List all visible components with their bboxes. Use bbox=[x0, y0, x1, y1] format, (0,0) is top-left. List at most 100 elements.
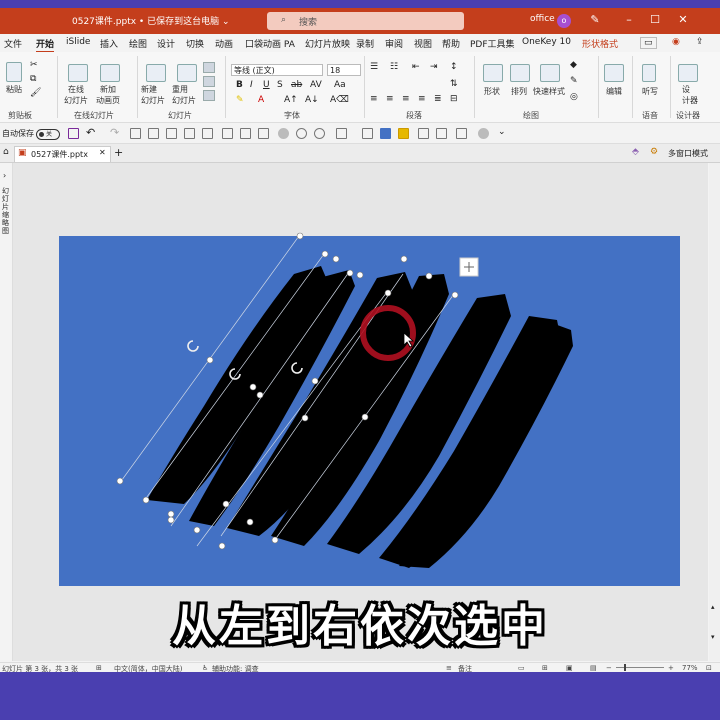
new-animation-page-label[interactable]: 新加 动画页 bbox=[96, 84, 120, 106]
online-slides-icon[interactable] bbox=[68, 64, 88, 82]
customize-icon[interactable]: ⌄ bbox=[498, 127, 506, 137]
group-icon[interactable] bbox=[258, 128, 269, 139]
multi-window-button[interactable]: 多窗口模式 bbox=[668, 148, 708, 159]
rotate-icon[interactable] bbox=[336, 128, 347, 139]
highlight-icon[interactable]: ✎ bbox=[236, 95, 244, 105]
font-size-select[interactable]: 18 bbox=[327, 64, 361, 76]
save-icon[interactable] bbox=[68, 128, 79, 139]
tab-insert[interactable]: 插入 bbox=[100, 37, 118, 50]
user-name[interactable]: office bbox=[530, 14, 555, 24]
cut-icon[interactable]: ✂ bbox=[30, 60, 38, 70]
picture-icon[interactable] bbox=[398, 128, 409, 139]
strikethrough-icon[interactable]: ab bbox=[291, 80, 302, 90]
record-icon[interactable]: ◉ bbox=[672, 37, 680, 47]
italic-icon[interactable]: I bbox=[250, 80, 253, 90]
align-icon[interactable] bbox=[166, 128, 177, 139]
zoom-slider-thumb[interactable] bbox=[624, 664, 626, 671]
tab-design[interactable]: 设计 bbox=[157, 37, 175, 50]
reuse-slide-icon[interactable] bbox=[177, 64, 197, 82]
underline-icon[interactable]: U bbox=[263, 80, 270, 90]
combine-icon[interactable] bbox=[296, 128, 307, 139]
tab-record[interactable]: 录制 bbox=[356, 37, 374, 50]
font-grow-icon[interactable]: A↑ bbox=[284, 95, 298, 105]
tab-pdf-tools[interactable]: PDF工具集 bbox=[470, 37, 515, 50]
slide-canvas[interactable] bbox=[59, 232, 680, 586]
language-indicator[interactable]: 中文(简体，中国大陆) bbox=[114, 664, 182, 672]
search-box[interactable]: ⌕ 搜索 bbox=[267, 12, 464, 30]
paste-icon[interactable] bbox=[6, 62, 22, 82]
find-icon[interactable] bbox=[604, 64, 624, 82]
selection-pane-icon[interactable] bbox=[456, 128, 467, 139]
align-right-icon[interactable]: ≡ bbox=[402, 94, 410, 104]
shape-outline-icon[interactable]: ✎ bbox=[570, 76, 578, 86]
zoom-in-icon[interactable]: + bbox=[668, 664, 674, 672]
avatar[interactable]: o bbox=[557, 14, 571, 28]
document-title[interactable]: 0527课件.pptx • 已保存到这台电脑 ⌄ bbox=[72, 14, 229, 27]
align-center-icon[interactable]: ≡ bbox=[386, 94, 394, 104]
clear-format-icon[interactable]: A⌫ bbox=[330, 95, 349, 105]
tab-onekey[interactable]: OneKey 10 bbox=[522, 37, 571, 47]
designer-label[interactable]: 设 计器 bbox=[682, 84, 698, 106]
notes-button[interactable]: 备注 bbox=[458, 664, 472, 672]
arrange-label[interactable]: 排列 bbox=[511, 86, 527, 97]
normal-view-icon[interactable]: ▭ bbox=[518, 664, 525, 672]
close-tab-icon[interactable]: ✕ bbox=[99, 148, 106, 157]
spell-check-icon[interactable]: ⊞ bbox=[96, 664, 102, 672]
decrease-indent-icon[interactable]: ⇤ bbox=[412, 62, 420, 72]
online-slides-label[interactable]: 在线 幻灯片 bbox=[64, 84, 88, 106]
tab-view[interactable]: 视图 bbox=[414, 37, 432, 50]
settings-icon[interactable]: ⚙ bbox=[650, 147, 658, 157]
editing-label[interactable]: 编辑 bbox=[606, 86, 622, 97]
shape-effects-icon[interactable]: ◎ bbox=[570, 92, 578, 102]
fragment-icon[interactable] bbox=[314, 128, 325, 139]
vertical-scrollbar[interactable]: ▴ ▾ bbox=[709, 163, 720, 661]
dictate-label[interactable]: 听写 bbox=[642, 86, 658, 97]
tab-home[interactable]: 开始 bbox=[36, 37, 55, 53]
tab-review[interactable]: 审阅 bbox=[385, 37, 403, 50]
format-painter-icon[interactable]: 🖌 bbox=[30, 88, 41, 98]
new-slide-label[interactable]: 新建 幻灯片 bbox=[141, 84, 165, 106]
align-icon[interactable] bbox=[148, 128, 159, 139]
numbering-icon[interactable]: ☷ bbox=[390, 62, 398, 72]
change-case-icon[interactable]: Aa bbox=[334, 80, 346, 90]
fill-icon[interactable] bbox=[380, 128, 391, 139]
tab-file[interactable]: 文件 bbox=[4, 37, 22, 50]
tab-transitions[interactable]: 切换 bbox=[186, 37, 204, 50]
slide-sorter-icon[interactable]: ⊞ bbox=[542, 664, 548, 672]
crop-icon[interactable] bbox=[362, 128, 373, 139]
increase-indent-icon[interactable]: ⇥ bbox=[430, 62, 438, 72]
accessibility-status[interactable]: 辅助功能: 调查 bbox=[212, 664, 259, 672]
shadow-icon[interactable]: S bbox=[277, 80, 283, 90]
pen-icon[interactable]: ✎ bbox=[588, 13, 602, 27]
tab-help[interactable]: 帮助 bbox=[442, 37, 460, 50]
pin-icon[interactable]: ⬘ bbox=[632, 147, 639, 157]
align-icon[interactable] bbox=[184, 128, 195, 139]
designer-icon[interactable] bbox=[678, 64, 698, 82]
maximize-icon[interactable]: ☐ bbox=[648, 13, 662, 27]
bold-icon[interactable]: B bbox=[236, 80, 243, 90]
copy-icon[interactable]: ⧉ bbox=[30, 74, 36, 84]
quick-styles-icon[interactable] bbox=[540, 64, 560, 82]
shape-label[interactable]: 形状 bbox=[484, 86, 500, 97]
zoom-out-icon[interactable]: − bbox=[606, 664, 612, 672]
distribute-icon[interactable] bbox=[240, 128, 251, 139]
merge-icon[interactable] bbox=[278, 128, 289, 139]
more-icon[interactable] bbox=[478, 128, 489, 139]
comments-icon[interactable]: ▭ bbox=[640, 37, 657, 49]
char-spacing-icon[interactable]: AV bbox=[310, 80, 322, 90]
tab-islide[interactable]: iSlide bbox=[66, 37, 90, 47]
tab-pocket-animation[interactable]: 口袋动画 PA bbox=[245, 37, 295, 50]
microphone-icon[interactable] bbox=[642, 64, 656, 82]
justify-icon[interactable]: ≡ bbox=[418, 94, 426, 104]
align-left-icon[interactable]: ≡ bbox=[370, 94, 378, 104]
zoom-level[interactable]: 77% bbox=[682, 664, 698, 672]
redo-icon[interactable]: ↷ bbox=[110, 126, 119, 139]
new-slide-icon[interactable] bbox=[146, 64, 166, 82]
expand-pane-icon[interactable]: › bbox=[3, 171, 6, 180]
shape-icon[interactable] bbox=[483, 64, 503, 82]
font-shrink-icon[interactable]: A↓ bbox=[305, 95, 319, 105]
tab-draw[interactable]: 绘图 bbox=[129, 37, 147, 50]
tab-shape-format[interactable]: 形状格式 bbox=[582, 37, 618, 50]
section-icon[interactable] bbox=[203, 90, 215, 101]
send-backward-icon[interactable] bbox=[436, 128, 447, 139]
